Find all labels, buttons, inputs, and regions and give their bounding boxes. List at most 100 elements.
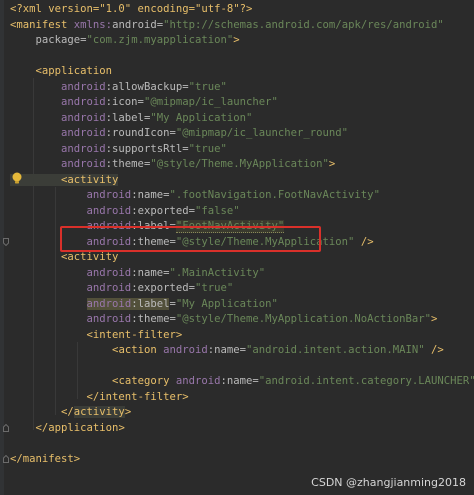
code-line[interactable]: android:theme="@style/Theme.MyApplicatio… — [0, 312, 474, 328]
code-token: android — [10, 142, 106, 155]
code-line[interactable]: <action android:name="android.intent.act… — [0, 343, 474, 359]
code-token: activity — [73, 406, 125, 418]
code-line[interactable]: android:label="My Application" — [0, 297, 474, 313]
code-token: "com.zjm.myapplication" — [86, 34, 234, 46]
code-line[interactable]: <manifest xmlns:android="http://schemas.… — [0, 18, 474, 34]
code-token: "@mipmap/ic_launcher_round" — [175, 127, 349, 139]
code-token: :exported= — [131, 204, 195, 217]
code-token: "true" — [194, 282, 234, 294]
code-token: </ — [10, 406, 74, 418]
code-token: "android.intent.action.MAIN" — [246, 344, 425, 356]
code-line[interactable]: <category android:name="android.intent.c… — [0, 374, 474, 390]
code-line[interactable]: android:exported="true" — [0, 281, 474, 297]
fold-icon[interactable] — [3, 455, 9, 463]
code-token: </ — [10, 452, 23, 465]
code-line[interactable]: <?xml version="1.0" encoding="utf-8"?> — [0, 2, 474, 18]
code-line[interactable]: android:name=".MainActivity" — [0, 266, 474, 282]
code-line[interactable]: </activity> — [0, 405, 474, 421]
code-token: category — [118, 375, 176, 387]
code-line[interactable]: android:supportsRtl="true" — [0, 142, 474, 158]
code-token: android — [10, 111, 106, 124]
code-token: android — [10, 313, 132, 325]
code-token: > — [182, 390, 189, 403]
code-line[interactable]: <intent-filter> — [0, 328, 474, 344]
code-token: application — [41, 65, 113, 77]
code-token: android — [10, 189, 132, 201]
code-line[interactable]: android:exported="false" — [0, 204, 474, 220]
lightbulb-icon[interactable] — [10, 171, 24, 185]
code-token: action — [118, 344, 164, 356]
code-token: :allowBackup= — [105, 80, 189, 93]
code-line[interactable]: android:allowBackup="true" — [0, 80, 474, 96]
code-token: </ — [10, 421, 49, 434]
code-token: > — [73, 452, 81, 465]
code-token: android — [10, 282, 132, 294]
code-line[interactable]: </application> — [0, 421, 474, 437]
code-token: intent-filter — [99, 390, 183, 403]
code-token: :theme= — [105, 158, 151, 170]
code-line[interactable]: android:icon="@mipmap/ic_launcher" — [0, 95, 474, 111]
code-token: "My Application" — [175, 297, 278, 310]
code-token: android — [86, 297, 132, 310]
code-token: > — [430, 313, 438, 325]
code-line[interactable]: <activity — [0, 250, 474, 266]
code-token: "My Application" — [150, 111, 253, 124]
code-line[interactable]: </manifest> — [0, 452, 474, 468]
code-line[interactable] — [0, 359, 474, 375]
code-line[interactable]: android:theme="@style/Theme.MyApplicatio… — [0, 157, 474, 173]
code-token: android — [10, 96, 106, 108]
watermark: CSDN @zhangjianming2018 — [311, 476, 466, 489]
code-token: > — [175, 328, 183, 341]
code-line[interactable]: </intent-filter> — [0, 390, 474, 406]
code-token: "false" — [194, 204, 240, 217]
code-line[interactable] — [0, 436, 474, 452]
code-token: :exported= — [131, 282, 195, 294]
code-token: > — [124, 406, 132, 418]
code-token: "true" — [188, 142, 227, 155]
code-token: /> — [424, 344, 444, 356]
code-token: :name= — [131, 189, 170, 201]
code-token: android — [175, 375, 221, 387]
code-editor[interactable]: <?xml version="1.0" encoding="utf-8"?> <m… — [0, 0, 474, 495]
code-token: > — [233, 34, 240, 46]
code-token: :roundIcon= — [105, 127, 176, 139]
code-token: "http://schemas.android.com/apk/res/andr… — [163, 18, 444, 31]
code-line[interactable]: package="com.zjm.myapplication"> — [0, 33, 474, 49]
code-line[interactable]: <activity — [0, 173, 474, 189]
code-token: activity — [67, 173, 119, 186]
code-token: > — [328, 158, 336, 170]
code-token: xmlns: — [73, 18, 113, 31]
code-line[interactable]: android:label="My Application" — [0, 111, 474, 127]
code-token: "@style/Theme.MyApplication.NoActionBar" — [175, 313, 431, 325]
code-token: <?xml version="1.0" encoding="utf-8"?> — [10, 3, 253, 15]
code-token: < — [10, 65, 42, 77]
code-line[interactable]: android:name=".footNavigation.FootNavAct… — [0, 188, 474, 204]
code-token: :supportsRtl= — [105, 142, 189, 155]
highlight-box — [60, 226, 321, 252]
code-token: :name= — [131, 266, 170, 279]
code-token: :name= — [220, 375, 259, 387]
code-token: android — [163, 344, 208, 356]
code-token: /> — [354, 235, 374, 248]
code-token: "true" — [188, 80, 227, 93]
code-line[interactable]: android:roundIcon="@mipmap/ic_launcher_r… — [0, 126, 474, 142]
code-token: android — [10, 80, 106, 93]
fold-icon[interactable] — [3, 424, 9, 432]
code-token: > — [118, 421, 125, 434]
code-line[interactable] — [0, 49, 474, 65]
code-token: "@mipmap/ic_launcher" — [143, 96, 278, 108]
code-token: "@style/Theme.MyApplication" — [150, 158, 329, 170]
code-token: < — [10, 375, 119, 387]
fold-icon[interactable] — [3, 238, 9, 246]
code-line[interactable]: <application — [0, 64, 474, 80]
code-token: :label — [131, 297, 170, 310]
code-token: < — [10, 328, 93, 341]
code-token: android — [10, 204, 132, 217]
code-token: < — [10, 251, 68, 263]
code-token: "android.intent.category.LAUNCHER" — [258, 375, 474, 387]
code-token: :icon= — [105, 96, 144, 108]
code-token: :label= — [105, 111, 151, 124]
code-token: android — [10, 266, 132, 279]
code-token: activity — [67, 251, 119, 263]
code-token: android — [10, 158, 106, 170]
